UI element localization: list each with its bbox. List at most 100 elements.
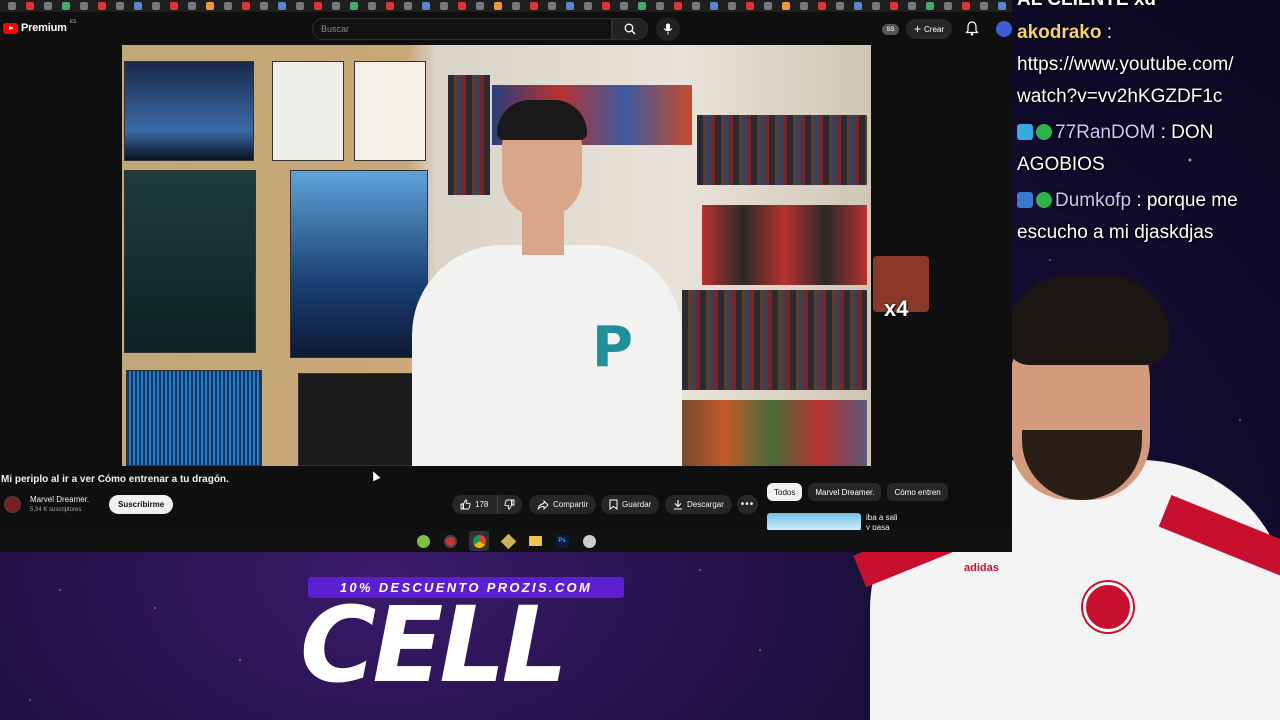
taskbar-app-yellow-icon[interactable] <box>500 533 516 549</box>
tab-favicon[interactable] <box>872 2 880 10</box>
tab-favicon[interactable] <box>8 2 16 10</box>
tab-favicon[interactable] <box>62 2 70 10</box>
tab-favicon[interactable] <box>746 2 754 10</box>
taskbar-photoshop-icon[interactable]: Ps <box>554 533 570 549</box>
tab-favicon[interactable] <box>602 2 610 10</box>
tab-favicon[interactable] <box>494 2 502 10</box>
more-actions-button[interactable]: ••• <box>737 495 758 514</box>
figure-shelf-top <box>697 115 867 185</box>
tab-favicon[interactable] <box>476 2 484 10</box>
save-button[interactable]: Guardar <box>601 495 660 514</box>
tab-favicon[interactable] <box>548 2 556 10</box>
tab-favicon[interactable] <box>188 2 196 10</box>
taskbar-folder-icon[interactable] <box>527 533 543 549</box>
taskbar-app-green-icon[interactable] <box>415 533 431 549</box>
chat-message-1-text-b[interactable]: watch?v=vv2hKGZDF1c <box>1017 81 1222 113</box>
chat-badge-green-icon <box>1036 124 1052 140</box>
share-label: Compartir <box>553 500 589 509</box>
poster-arrow <box>124 170 256 353</box>
tab-favicon[interactable] <box>890 2 898 10</box>
ss-badge[interactable]: SS <box>882 24 899 35</box>
tab-favicon[interactable] <box>620 2 628 10</box>
poster-independence-day <box>124 61 254 161</box>
tab-favicon[interactable] <box>512 2 520 10</box>
tab-favicon[interactable] <box>980 2 988 10</box>
chip-related[interactable]: Cómo entren <box>887 483 948 501</box>
voice-search-button[interactable] <box>656 17 680 41</box>
tab-favicon[interactable] <box>674 2 682 10</box>
account-avatar[interactable] <box>996 21 1012 37</box>
tab-favicon[interactable] <box>692 2 700 10</box>
tab-favicon[interactable] <box>152 2 160 10</box>
tab-favicon[interactable] <box>998 2 1006 10</box>
tab-favicon[interactable] <box>278 2 286 10</box>
tab-favicon[interactable] <box>44 2 52 10</box>
tab-favicon[interactable] <box>98 2 106 10</box>
tab-favicon[interactable] <box>584 2 592 10</box>
chat-username-2[interactable]: 77RanDOM <box>1055 122 1155 143</box>
tab-favicon[interactable] <box>782 2 790 10</box>
tab-favicon[interactable] <box>530 2 538 10</box>
search-input[interactable]: Buscar <box>312 18 612 40</box>
tab-favicon[interactable] <box>908 2 916 10</box>
subscribe-button[interactable]: Suscribirme <box>109 495 174 514</box>
share-button[interactable]: Compartir <box>529 495 597 514</box>
channel-avatar[interactable] <box>4 496 21 513</box>
tab-favicon[interactable] <box>962 2 970 10</box>
search-button[interactable] <box>612 18 648 40</box>
tab-favicon[interactable] <box>242 2 250 10</box>
tab-favicon[interactable] <box>332 2 340 10</box>
taskbar-chrome-icon[interactable] <box>469 531 489 551</box>
tab-favicon[interactable] <box>404 2 412 10</box>
youtube-play-icon <box>3 22 18 34</box>
chat-username-1[interactable]: akodrako <box>1017 22 1101 43</box>
tab-favicon[interactable] <box>854 2 862 10</box>
tab-favicon[interactable] <box>944 2 952 10</box>
chip-all[interactable]: Todos <box>767 483 803 501</box>
tab-favicon[interactable] <box>818 2 826 10</box>
tab-favicon[interactable] <box>728 2 736 10</box>
notifications-button[interactable] <box>965 21 979 41</box>
person-body <box>412 245 682 466</box>
tab-favicon[interactable] <box>836 2 844 10</box>
tab-favicon[interactable] <box>458 2 466 10</box>
download-button[interactable]: Descargar <box>665 495 732 514</box>
tab-favicon[interactable] <box>764 2 772 10</box>
tab-favicon[interactable] <box>134 2 142 10</box>
tab-favicon[interactable] <box>656 2 664 10</box>
tab-favicon[interactable] <box>206 2 214 10</box>
tab-favicon[interactable] <box>314 2 322 10</box>
taskbar-app-red-icon[interactable] <box>442 533 458 549</box>
tab-favicon[interactable] <box>638 2 646 10</box>
book-shelf-1 <box>448 75 490 195</box>
chat-message-1-text-a[interactable]: https://www.youtube.com/ <box>1017 49 1234 81</box>
tab-favicon[interactable] <box>368 2 376 10</box>
tab-favicon[interactable] <box>80 2 88 10</box>
os-taskbar: Ps <box>0 530 1012 552</box>
create-button[interactable]: + Crear <box>906 19 953 39</box>
tab-favicon[interactable] <box>710 2 718 10</box>
tab-favicon[interactable] <box>260 2 268 10</box>
tab-favicon[interactable] <box>116 2 124 10</box>
tab-favicon[interactable] <box>440 2 448 10</box>
tab-favicon[interactable] <box>386 2 394 10</box>
tab-favicon[interactable] <box>566 2 574 10</box>
chip-channel[interactable]: Marvel Dreamer. <box>808 483 882 501</box>
youtube-logo[interactable]: Premium ES <box>3 19 76 34</box>
taskbar-app-globe-icon[interactable] <box>581 533 597 549</box>
dislike-button[interactable] <box>497 495 521 514</box>
tab-favicon[interactable] <box>26 2 34 10</box>
chat-username-3[interactable]: Dumkofp <box>1055 190 1131 211</box>
tab-favicon[interactable] <box>926 2 934 10</box>
video-player[interactable]: P <box>122 45 871 466</box>
tab-favicon[interactable] <box>296 2 304 10</box>
download-icon <box>674 500 682 510</box>
tab-favicon[interactable] <box>800 2 808 10</box>
tab-favicon[interactable] <box>350 2 358 10</box>
tab-favicon[interactable] <box>422 2 430 10</box>
adidas-logo: adidas <box>964 562 999 574</box>
tab-favicon[interactable] <box>170 2 178 10</box>
tab-favicon[interactable] <box>224 2 232 10</box>
channel-name[interactable]: Marvel Dreamer. <box>30 495 89 504</box>
recommended-video-thumbnail[interactable] <box>767 513 861 531</box>
